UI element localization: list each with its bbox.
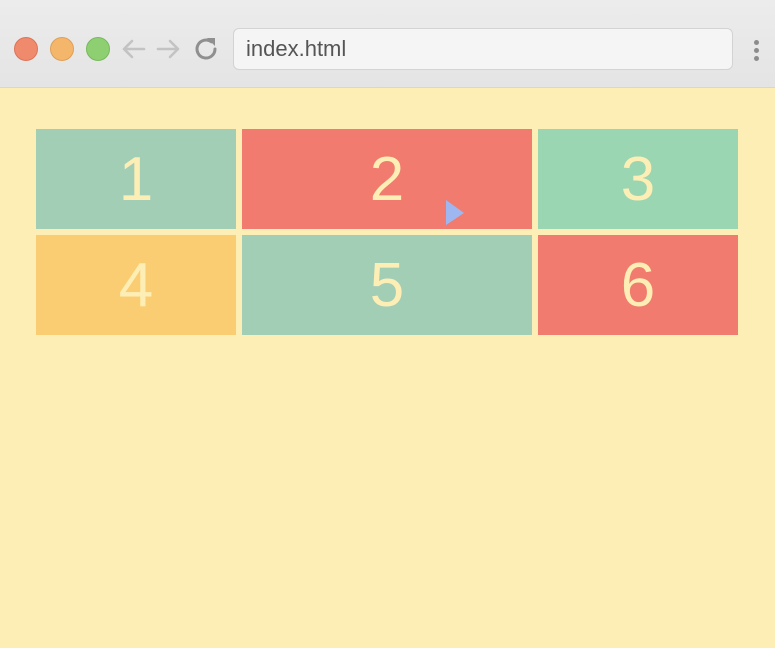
browser-window: index.html 1 2 3 4 5 6 (0, 0, 775, 648)
back-button[interactable] (118, 34, 148, 64)
close-window-button[interactable] (14, 37, 38, 61)
minimize-window-button[interactable] (50, 37, 74, 61)
page-content: 1 2 3 4 5 6 (0, 88, 775, 648)
grid-item-5: 5 (242, 235, 532, 335)
forward-button[interactable] (154, 34, 184, 64)
browser-toolbar: index.html (0, 0, 775, 88)
menu-dot (753, 39, 759, 45)
grid-item-1: 1 (36, 129, 236, 229)
grid-item-6: 6 (538, 235, 738, 335)
menu-dot (753, 47, 759, 53)
grid-item-4: 4 (36, 235, 236, 335)
reload-button[interactable] (191, 34, 221, 64)
more-vertical-icon[interactable] (747, 35, 765, 65)
grid-item-2: 2 (242, 129, 532, 229)
address-text: index.html (246, 36, 347, 61)
zoom-window-button[interactable] (86, 37, 110, 61)
menu-dot (753, 55, 759, 61)
address-bar[interactable]: index.html (233, 28, 733, 70)
cursor-icon (446, 200, 464, 225)
reload-icon (195, 38, 217, 60)
arrow-right-icon (156, 39, 180, 59)
arrow-left-icon (122, 39, 146, 59)
grid-item-3: 3 (538, 129, 738, 229)
grid-container: 1 2 3 4 5 6 (36, 129, 738, 335)
